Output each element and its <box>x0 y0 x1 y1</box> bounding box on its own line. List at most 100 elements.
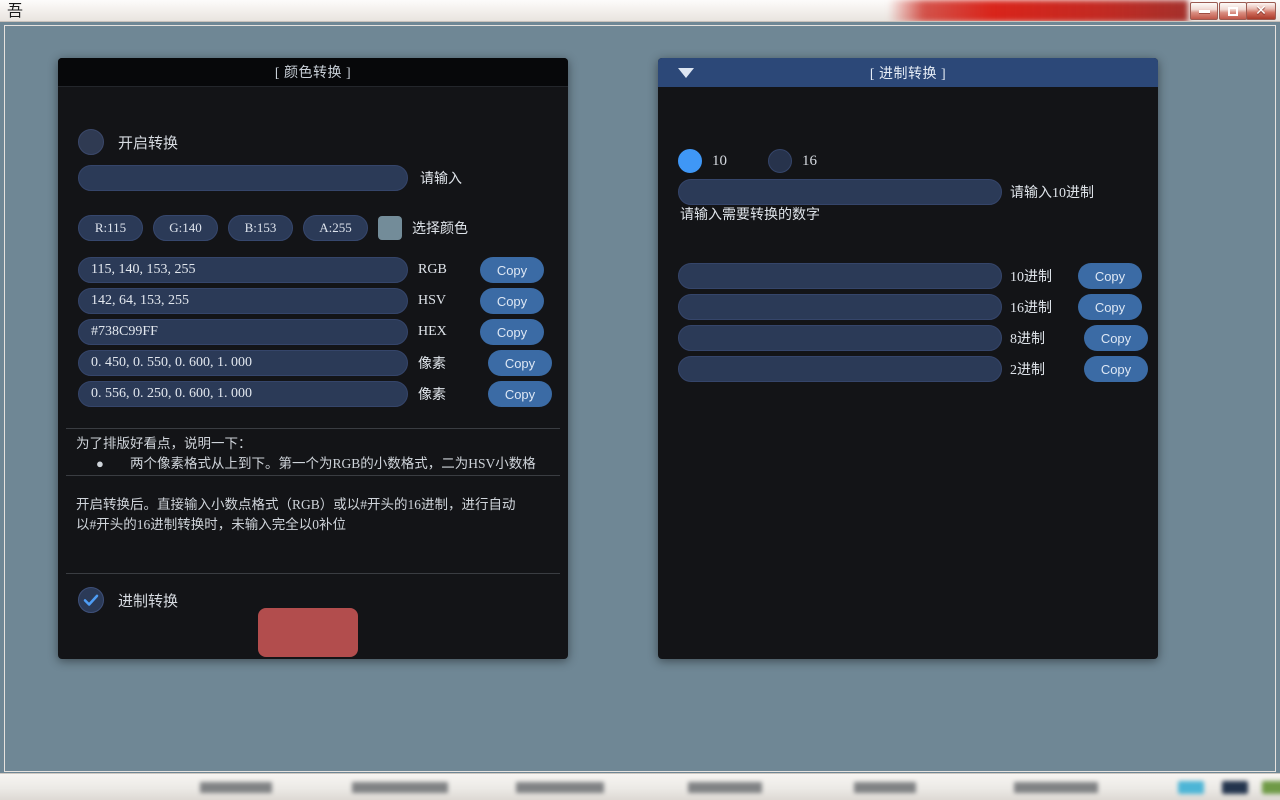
color-panel-header: [ 颜色转换 ] <box>58 58 568 87</box>
radio-base-10[interactable] <box>678 149 702 173</box>
close-button[interactable]: ✕ <box>1246 2 1276 20</box>
radix-input-row[interactable]: 请输入10进制 <box>678 179 1094 205</box>
minimize-icon <box>1198 9 1210 13</box>
notes-divider-bottom <box>66 475 560 476</box>
copy-button[interactable]: Copy <box>488 350 552 376</box>
minimize-button[interactable] <box>1190 2 1218 20</box>
radix-output-field[interactable] <box>678 263 1002 289</box>
g-pill[interactable]: G:140 <box>153 215 218 241</box>
radix-output-row: 2进制 Copy <box>678 356 1148 382</box>
radix-output-row: 10进制 Copy <box>678 263 1142 289</box>
window-title-glyph: 吾 <box>7 1 24 20</box>
r-pill[interactable]: R:115 <box>78 215 143 241</box>
radix-conversion-checkbox-label: 进制转换 <box>118 593 179 610</box>
radix-output-field[interactable] <box>678 325 1002 351</box>
color-swatch[interactable] <box>378 216 402 240</box>
notes-para-2: 以#开头的16进制转换时，未输入完全以0补位 <box>76 517 346 532</box>
tray-icon[interactable] <box>1262 781 1280 794</box>
bullet-icon: ● <box>96 456 104 471</box>
radix-panel-header[interactable]: [ 进制转换 ] <box>658 58 1158 87</box>
copy-button[interactable]: Copy <box>1084 325 1148 351</box>
radix-input-field[interactable] <box>678 179 1002 205</box>
b-pill[interactable]: B:153 <box>228 215 293 241</box>
color-panel-title: [ 颜色转换 ] <box>274 66 352 81</box>
copy-button[interactable]: Copy <box>480 319 544 345</box>
maximize-icon <box>1228 6 1238 16</box>
notes-divider-top <box>66 428 560 429</box>
color-value-label: HEX <box>418 324 447 339</box>
channel-pill-row: R:115 G:140 B:153 A:255 选择颜色 <box>78 215 468 241</box>
color-value-field[interactable]: 115, 140, 153, 255 <box>78 257 408 283</box>
color-value-field[interactable]: #738C99FF <box>78 319 408 345</box>
color-value-field[interactable]: 0. 556, 0. 250, 0. 600, 1. 000 <box>78 381 408 407</box>
radio-base-10-label: 10 <box>712 152 727 169</box>
radix-output-row: 8进制 Copy <box>678 325 1148 351</box>
radix-conversion-checkbox-row[interactable]: 进制转换 <box>78 587 178 613</box>
color-value-label: 像素 <box>418 388 446 403</box>
color-value-row: 0. 556, 0. 250, 0. 600, 1. 000 像素 Copy <box>78 381 552 407</box>
notes-bullet-text: 两个像素格式从上到下。第一个为RGB的小数格式，二为HSV小数格 <box>130 456 536 471</box>
radio-base-16[interactable] <box>768 149 792 173</box>
copy-button[interactable]: Copy <box>480 257 544 283</box>
chevron-down-icon[interactable] <box>678 67 694 78</box>
color-value-row: #738C99FF HEX Copy <box>78 319 544 345</box>
check-icon <box>83 594 99 606</box>
enable-conversion-row[interactable]: 开启转换 <box>78 129 178 155</box>
color-value-field[interactable]: 142, 64, 153, 255 <box>78 288 408 314</box>
radix-output-label: 10进制 <box>1010 270 1052 285</box>
radix-output-label: 16进制 <box>1010 301 1052 316</box>
application-window: 吾 ✕ [ 颜色转换 ] 开启转换 请输入 R:115 G:140 B:153 … <box>0 0 1280 800</box>
radix-output-field[interactable] <box>678 356 1002 382</box>
taskbar-item[interactable] <box>200 782 272 793</box>
radix-panel-body: 10 16 请输入10进制 请输入需要转换的数字 10进制 Copy 16进制 Cop… <box>658 87 1158 659</box>
tray-icon[interactable] <box>1222 781 1248 794</box>
radix-output-field[interactable] <box>678 294 1002 320</box>
copy-button[interactable]: Copy <box>1078 294 1142 320</box>
color-input-field[interactable] <box>78 165 408 191</box>
red-action-button[interactable] <box>258 608 358 657</box>
color-value-row: 142, 64, 153, 255 HSV Copy <box>78 288 544 314</box>
titlebar-decoration <box>888 0 1188 21</box>
color-value-row: 115, 140, 153, 255 RGB Copy <box>78 257 544 283</box>
radix-output-row: 16进制 Copy <box>678 294 1142 320</box>
os-taskbar[interactable] <box>0 773 1280 800</box>
close-icon: ✕ <box>1255 3 1267 19</box>
radix-sub-hint: 请输入需要转换的数字 <box>680 208 820 223</box>
color-value-row: 0. 450, 0. 550, 0. 600, 1. 000 像素 Copy <box>78 350 552 376</box>
color-conversion-panel: [ 颜色转换 ] 开启转换 请输入 R:115 G:140 B:153 A:25… <box>58 58 568 659</box>
copy-button[interactable]: Copy <box>480 288 544 314</box>
radix-panel-title: [ 进制转换 ] <box>869 66 947 82</box>
window-titlebar: 吾 ✕ <box>0 0 1280 22</box>
taskbar-item[interactable] <box>1014 782 1098 793</box>
notes-para-1: 开启转换后。直接输入小数点格式（RGB）或以#开头的16进制，进行自动 <box>76 497 516 512</box>
notes-heading: 为了排版好看点，说明一下： <box>76 436 252 451</box>
color-value-field[interactable]: 0. 450, 0. 550, 0. 600, 1. 000 <box>78 350 408 376</box>
maximize-button[interactable] <box>1219 2 1247 20</box>
taskbar-item[interactable] <box>688 782 762 793</box>
taskbar-item[interactable] <box>854 782 916 793</box>
taskbar-item[interactable] <box>352 782 448 793</box>
copy-button[interactable]: Copy <box>488 381 552 407</box>
radio-base-16-label: 16 <box>802 152 817 169</box>
radix-output-label: 8进制 <box>1010 332 1045 347</box>
radix-conversion-checkbox[interactable] <box>78 587 104 613</box>
a-pill[interactable]: A:255 <box>303 215 368 241</box>
copy-button[interactable]: Copy <box>1078 263 1142 289</box>
radix-output-label: 2进制 <box>1010 363 1045 378</box>
copy-button[interactable]: Copy <box>1084 356 1148 382</box>
tray-icon[interactable] <box>1178 781 1204 794</box>
color-value-label: 像素 <box>418 357 446 372</box>
taskbar-item[interactable] <box>516 782 604 793</box>
base-radio-group: 10 16 <box>678 149 817 173</box>
color-input-row[interactable]: 请输入 <box>78 165 462 191</box>
enable-conversion-toggle[interactable] <box>78 129 104 155</box>
color-value-label: RGB <box>418 262 447 277</box>
color-value-label: HSV <box>418 293 447 308</box>
radix-input-hint: 请输入10进制 <box>1010 186 1094 201</box>
window-title-text <box>28 3 148 19</box>
pick-color-label: 选择颜色 <box>412 222 468 237</box>
color-panel-body: 开启转换 请输入 R:115 G:140 B:153 A:255 选择颜色 11… <box>58 87 568 659</box>
color-input-hint: 请输入 <box>420 172 462 187</box>
footer-divider <box>66 573 560 574</box>
radix-conversion-panel: [ 进制转换 ] 10 16 请输入10进制 请输入需要转换的数字 10进制 Co… <box>658 58 1158 659</box>
